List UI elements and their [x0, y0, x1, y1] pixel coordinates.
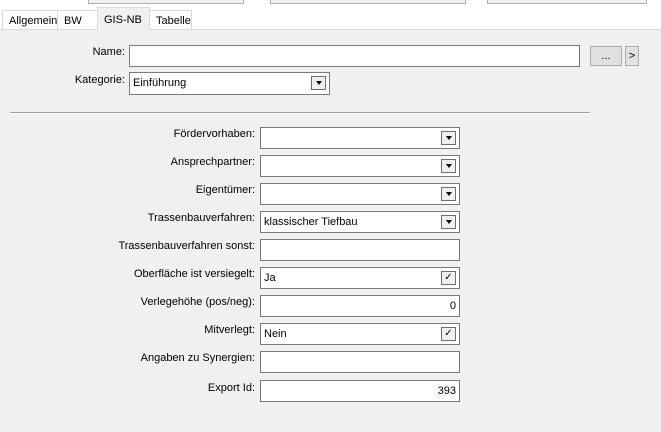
chevron-down-icon[interactable]	[441, 131, 456, 145]
tab-gis-nb[interactable]: GIS-NB	[97, 7, 150, 30]
kategorie-select[interactable]: Einführung	[129, 72, 330, 95]
verlegehoehe-label: Verlegehöhe (pos/neg):	[140, 296, 255, 308]
trassenbauverfahren-label: Trassenbauverfahren:	[147, 212, 255, 224]
trassenbauverfahren-value: klassischer Tiefbau	[264, 216, 358, 228]
synergien-label: Angaben zu Synergien:	[140, 352, 255, 364]
ansprechpartner-label: Ansprechpartner:	[170, 156, 255, 168]
tab-label: BW	[64, 15, 82, 27]
tab-label: Allgemein	[9, 15, 58, 27]
oberflaeche-versiegelt-label: Oberfläche ist versiegelt:	[133, 268, 255, 280]
oberflaeche-versiegelt-select[interactable]: Ja ✓	[260, 267, 460, 289]
checkmark-icon[interactable]: ✓	[441, 327, 456, 341]
top-control[interactable]	[487, 0, 647, 4]
name-label: Name:	[92, 46, 125, 58]
browse-button[interactable]: ...	[590, 46, 622, 66]
eigentuemer-label: Eigentümer:	[195, 184, 255, 196]
verlegehoehe-input[interactable]: 0	[260, 295, 460, 317]
chevron-down-icon[interactable]	[441, 159, 456, 173]
tab-label: Tabelle	[156, 15, 191, 27]
kategorie-label: Kategorie:	[74, 74, 125, 86]
oberflaeche-versiegelt-value: Ja	[264, 272, 276, 284]
chevron-down-icon[interactable]	[311, 76, 326, 90]
checkmark-icon[interactable]: ✓	[441, 271, 456, 285]
mitverlegt-select[interactable]: Nein ✓	[260, 323, 460, 345]
kategorie-value: Einführung	[133, 77, 187, 89]
tab-bw[interactable]: BW	[57, 10, 98, 30]
top-control[interactable]	[88, 0, 244, 4]
chevron-down-icon[interactable]	[441, 187, 456, 201]
foerdervorhaben-select[interactable]	[260, 127, 460, 149]
tab-label: GIS-NB	[104, 14, 142, 26]
top-control[interactable]	[270, 0, 466, 4]
name-input[interactable]	[129, 45, 580, 67]
trassenbauverfahren-sonst-input[interactable]	[260, 239, 460, 261]
eigentuemer-select[interactable]	[260, 183, 460, 205]
chevron-down-icon[interactable]	[441, 215, 456, 229]
separator	[10, 112, 590, 114]
export-id-input[interactable]: 393	[260, 380, 460, 402]
mitverlegt-value: Nein	[264, 328, 287, 340]
ansprechpartner-select[interactable]	[260, 155, 460, 177]
trassenbauverfahren-select[interactable]: klassischer Tiefbau	[260, 211, 460, 233]
synergien-input[interactable]	[260, 351, 460, 373]
arrow-button[interactable]: >	[625, 46, 639, 66]
trassenbauverfahren-sonst-label: Trassenbauverfahren sonst:	[118, 240, 255, 252]
tab-allgemein[interactable]: Allgemein	[2, 10, 58, 30]
mitverlegt-label: Mitverlegt:	[204, 324, 255, 336]
tab-tabelle[interactable]: Tabelle	[149, 10, 192, 30]
export-id-label: Export Id:	[207, 382, 255, 394]
foerdervorhaben-label: Fördervorhaben:	[173, 128, 255, 140]
